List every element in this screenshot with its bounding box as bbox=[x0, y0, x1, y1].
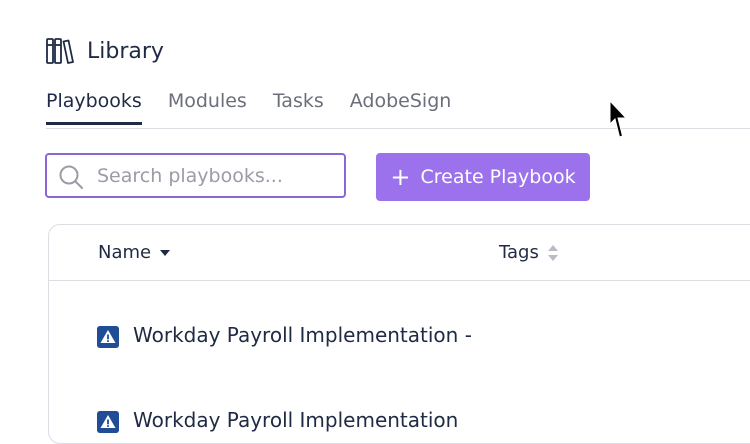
tab-playbooks[interactable]: Playbooks bbox=[46, 90, 142, 125]
tab-modules[interactable]: Modules bbox=[168, 90, 247, 125]
column-label-name: Name bbox=[98, 242, 152, 263]
tab-tasks[interactable]: Tasks bbox=[273, 90, 324, 125]
books-icon bbox=[46, 38, 74, 64]
search-input[interactable] bbox=[97, 155, 337, 196]
row-name: Workday Payroll Implementation bbox=[133, 408, 459, 432]
sort-icon bbox=[547, 244, 558, 261]
mouse-cursor-icon bbox=[609, 100, 628, 138]
warning-icon bbox=[97, 411, 119, 433]
column-header-name[interactable]: Name bbox=[98, 242, 171, 263]
sort-desc-icon bbox=[160, 249, 171, 256]
create-playbook-button[interactable]: + Create Playbook bbox=[376, 153, 590, 201]
page-title: Library bbox=[87, 38, 164, 64]
search-icon bbox=[59, 165, 83, 189]
library-header: Library bbox=[45, 36, 164, 66]
table-row[interactable]: Workday Payroll Implementation - bbox=[49, 309, 750, 369]
create-playbook-label: Create Playbook bbox=[420, 166, 576, 188]
plus-icon: + bbox=[390, 163, 411, 191]
table-header: Name Tags bbox=[49, 225, 750, 281]
search-box[interactable] bbox=[45, 153, 346, 198]
table-row[interactable]: Workday Payroll Implementation bbox=[49, 394, 750, 443]
playbooks-table: Name Tags Workday Payroll Implementation… bbox=[48, 224, 750, 444]
tabs-divider bbox=[46, 128, 750, 129]
column-label-tags: Tags bbox=[499, 242, 539, 263]
row-name: Workday Payroll Implementation - bbox=[133, 323, 472, 347]
column-header-tags[interactable]: Tags bbox=[499, 242, 559, 263]
tab-adobesign[interactable]: AdobeSign bbox=[350, 90, 452, 125]
warning-icon bbox=[97, 326, 119, 348]
tab-bar: Playbooks Modules Tasks AdobeSign bbox=[46, 90, 477, 125]
